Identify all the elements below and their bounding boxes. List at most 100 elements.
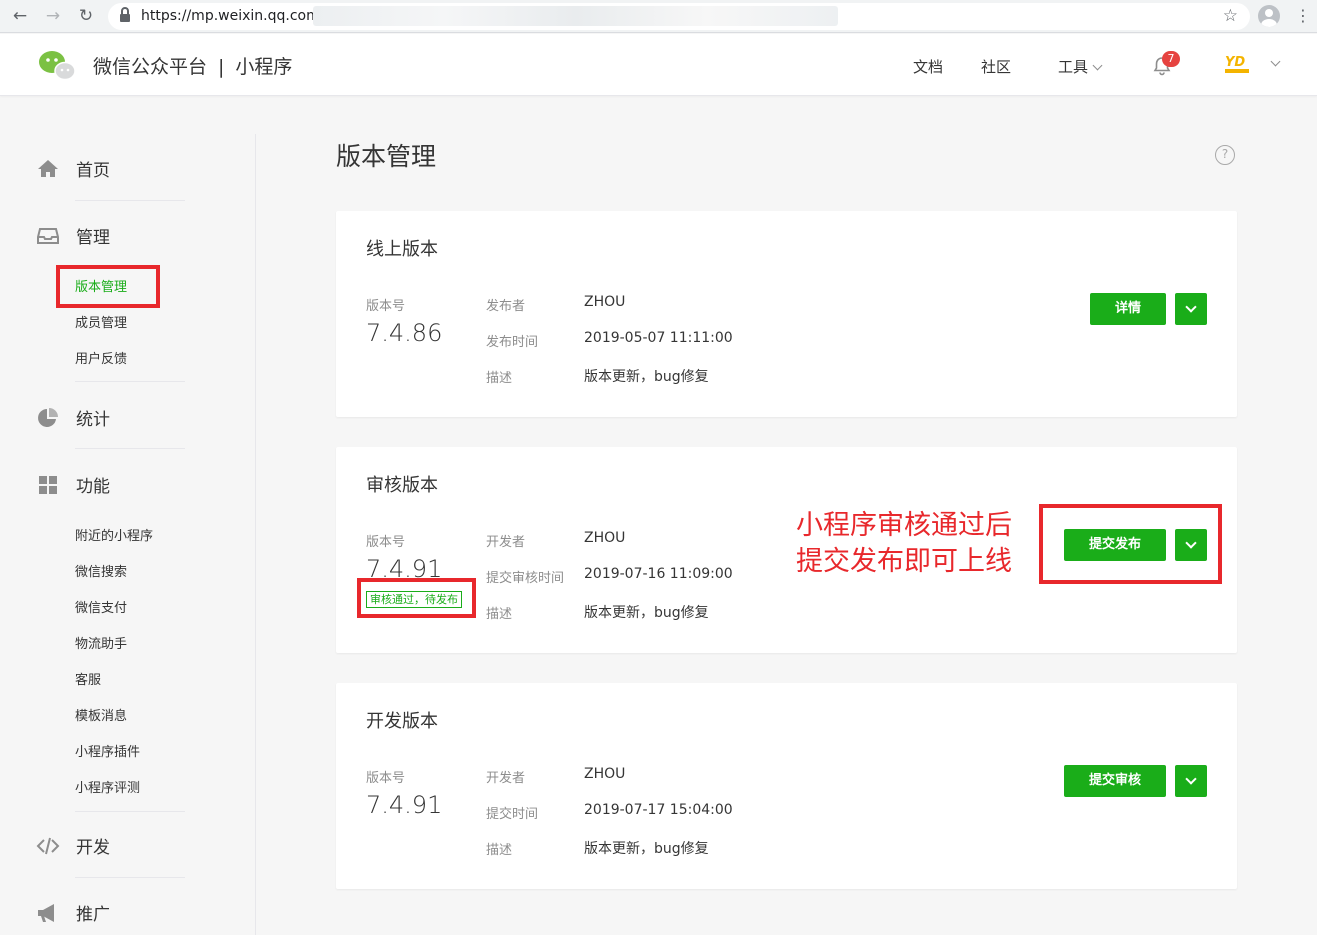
version-label: 版本号 [366, 299, 406, 314]
field-key: 开发者 [486, 535, 526, 550]
sidebar-item-plugins[interactable]: 小程序插件 [75, 741, 140, 760]
annotation-line: 提交发布即可上线 [796, 546, 1012, 577]
notification-badge: 7 [1162, 51, 1180, 67]
field-value: ZHOU [584, 294, 626, 310]
sidebar: 首页 管理 版本管理 成员管理 用户反馈 统计 功能 附近的小程序 微信搜索 微… [0, 134, 256, 935]
sidebar-section-home[interactable]: 首页 [36, 156, 110, 181]
sidebar-item-nearby[interactable]: 附近的小程序 [75, 525, 153, 544]
brand-title[interactable]: 微信公众平台 | 小程序 [93, 52, 292, 79]
field-value: 2019-05-07 11:11:00 [584, 330, 733, 346]
address-bar[interactable]: https://mp.weixin.qq.com ☆ [108, 3, 1250, 30]
field-value: 2019-07-17 15:04:00 [584, 802, 733, 818]
nav-community[interactable]: 社区 [981, 56, 1011, 77]
lock-icon [120, 7, 130, 22]
chevron-down-icon [1185, 773, 1197, 785]
version-label: 版本号 [366, 535, 406, 550]
field-value: 2019-07-16 11:09:00 [584, 566, 733, 582]
field-key: 开发者 [486, 771, 526, 786]
submit-review-button[interactable]: 提交审核 [1064, 765, 1166, 797]
brand-name: 微信公众平台 [93, 56, 208, 78]
annotation-line: 小程序审核通过后 [796, 510, 1012, 541]
field-key: 描述 [486, 607, 513, 622]
megaphone-icon [38, 903, 54, 922]
code-icon [36, 837, 60, 854]
bookmark-star-icon[interactable]: ☆ [1223, 6, 1238, 26]
nav-tools-label: 工具 [1058, 58, 1089, 76]
sidebar-item-evaluation[interactable]: 小程序评测 [75, 777, 140, 796]
divider [75, 448, 185, 449]
profile-avatar-icon[interactable] [1258, 5, 1280, 27]
url-text: https://mp.weixin.qq.com [141, 8, 320, 24]
online-more-dropdown[interactable] [1175, 293, 1207, 325]
sidebar-item-logistics[interactable]: 物流助手 [75, 633, 127, 652]
sidebar-section-label: 首页 [76, 161, 110, 181]
sidebar-item-feedback[interactable]: 用户反馈 [75, 348, 127, 367]
version-label: 版本号 [366, 771, 406, 786]
browser-toolbar: ← → ↻ https://mp.weixin.qq.com ☆ ⋮ [0, 0, 1317, 33]
version-number: 7.4.91 [366, 791, 443, 819]
sidebar-section-label: 开发 [76, 838, 110, 858]
sidebar-item-members[interactable]: 成员管理 [75, 312, 127, 331]
field-value: 版本更新，bug修复 [584, 369, 709, 385]
highlight-box-release-button [1039, 504, 1222, 584]
field-key: 描述 [486, 843, 513, 858]
field-key: 描述 [486, 371, 513, 386]
sidebar-section-label: 推广 [76, 905, 110, 925]
sidebar-section-stats[interactable]: 统计 [36, 405, 110, 430]
account-chevron-down-icon[interactable] [1270, 56, 1281, 67]
online-version-card: 线上版本 版本号 7.4.86 发布者 ZHOU 发布时间 2019-05-07… [336, 211, 1237, 417]
divider [75, 381, 185, 382]
details-button[interactable]: 详情 [1090, 293, 1166, 325]
product-name: 小程序 [235, 56, 293, 78]
divider [75, 200, 185, 201]
account-avatar[interactable]: YD [1225, 56, 1249, 76]
field-value: 版本更新，bug修复 [584, 841, 709, 857]
page-title: 版本管理 [336, 142, 437, 171]
sidebar-section-promote[interactable]: 推广 [36, 900, 110, 925]
sidebar-section-features[interactable]: 功能 [36, 472, 110, 497]
redacted-url-area [313, 6, 838, 26]
field-key: 发布者 [486, 299, 526, 314]
grid-icon [39, 475, 57, 494]
divider [75, 811, 185, 812]
card-title: 审核版本 [366, 475, 438, 496]
dev-version-card: 开发版本 版本号 7.4.91 开发者 ZHOU 提交时间 2019-07-17… [336, 683, 1237, 889]
inbox-icon [37, 227, 59, 244]
wechat-logo-icon [39, 51, 76, 81]
nav-docs[interactable]: 文档 [913, 56, 943, 77]
sidebar-section-label: 统计 [76, 410, 110, 430]
field-value: 版本更新，bug修复 [584, 605, 709, 621]
version-number: 7.4.86 [366, 319, 443, 347]
annotation-text: 小程序审核通过后 提交发布即可上线 [796, 508, 1012, 580]
sidebar-item-search[interactable]: 微信搜索 [75, 561, 127, 580]
sidebar-item-pay[interactable]: 微信支付 [75, 597, 127, 616]
sidebar-item-customer-service[interactable]: 客服 [75, 669, 101, 688]
nav-tools[interactable]: 工具 [1058, 56, 1103, 77]
forward-icon[interactable]: → [41, 4, 65, 28]
field-key: 提交审核时间 [486, 571, 565, 586]
sidebar-item-template-message[interactable]: 模板消息 [75, 705, 127, 724]
chevron-down-icon [1092, 60, 1103, 71]
menu-kebab-icon[interactable]: ⋮ [1295, 4, 1311, 28]
reload-icon[interactable]: ↻ [74, 4, 98, 28]
card-title: 开发版本 [366, 711, 438, 732]
card-title: 线上版本 [366, 239, 438, 260]
help-icon[interactable]: ? [1215, 145, 1235, 165]
sidebar-section-develop[interactable]: 开发 [36, 833, 110, 858]
highlight-box-sidebar [56, 265, 160, 308]
pie-chart-icon [38, 407, 58, 427]
back-icon[interactable]: ← [8, 4, 32, 28]
chevron-down-icon [1185, 301, 1197, 313]
highlight-box-status [357, 578, 476, 618]
dev-more-dropdown[interactable] [1175, 765, 1207, 797]
divider [75, 877, 185, 878]
field-key: 提交时间 [486, 807, 539, 822]
sidebar-section-manage[interactable]: 管理 [36, 223, 110, 248]
field-value: ZHOU [584, 530, 626, 546]
sidebar-section-label: 功能 [76, 477, 110, 497]
field-key: 发布时间 [486, 335, 539, 350]
site-header: 微信公众平台 | 小程序 文档 社区 工具 7 YD [0, 34, 1317, 96]
sidebar-section-label: 管理 [76, 228, 110, 248]
home-icon [38, 159, 58, 177]
field-value: ZHOU [584, 766, 626, 782]
